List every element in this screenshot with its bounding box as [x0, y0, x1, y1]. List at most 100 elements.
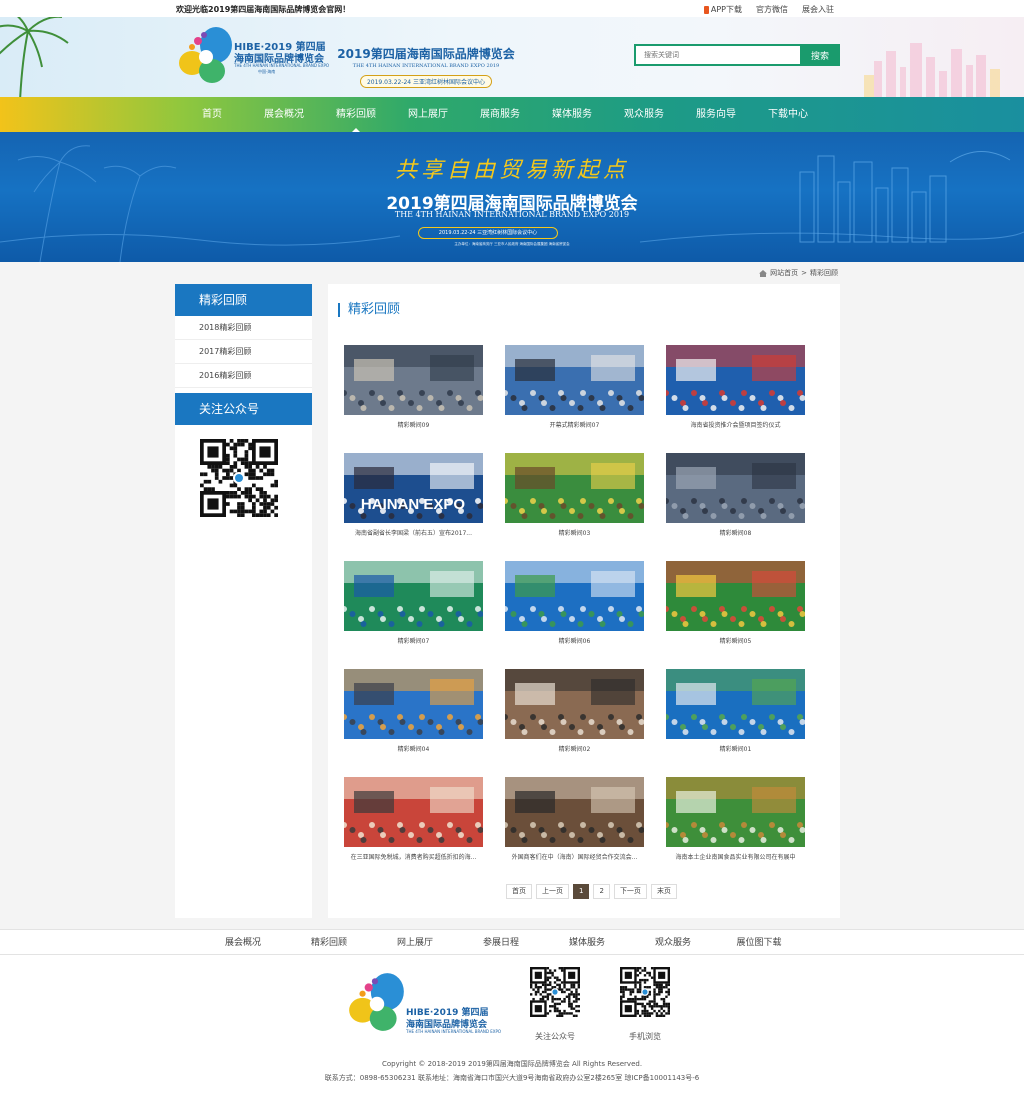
pager-first[interactable]: 首页	[506, 884, 532, 899]
pager-page-1[interactable]: 1	[573, 884, 590, 899]
gallery-photo[interactable]	[666, 453, 805, 523]
gallery-card[interactable]: 精彩瞬间05	[666, 561, 805, 645]
footer-nav-item-3[interactable]: 参展日程	[458, 930, 544, 956]
gallery-caption[interactable]: 精彩瞬间01	[666, 744, 805, 753]
nav-item-7[interactable]: 服务向导	[680, 97, 752, 132]
nav-item-4[interactable]: 展商服务	[464, 97, 536, 132]
gallery-caption[interactable]: 海南本土企业南国食品实业有限公司在有展中	[666, 852, 805, 861]
footer-nav-item-4[interactable]: 媒体服务	[544, 930, 630, 956]
footer-nav-item-0[interactable]: 展会概况	[200, 930, 286, 956]
footer-qr-mobile: 手机浏览	[620, 967, 670, 1042]
logo-text-line4: 中国·海南	[258, 69, 276, 74]
expo-date-badge: 2019.03.22-24 三亚湾红树林国际会议中心	[359, 75, 493, 88]
nav-item-5[interactable]: 媒体服务	[536, 97, 608, 132]
gallery-card[interactable]: 精彩瞬间04	[344, 669, 483, 753]
expo-logo[interactable]: HIBE·2019 第四届 海南国际品牌博览会 THE 4TH HAINAN I…	[176, 25, 329, 87]
top-bar: 欢迎光临2019第四届海南国际品牌博览会官网！ APP下载 官方微信 展会入驻	[0, 0, 1024, 17]
hero-banner: 共享自由贸易新起点 2019第四届海南国际品牌博览会 THE 4TH HAINA…	[0, 132, 1024, 262]
gallery-card[interactable]: 精彩瞬间07	[344, 561, 483, 645]
gallery-card[interactable]: HAINAN EXPO 海南省副省长李国梁（前右五）宣布2017...	[344, 453, 483, 537]
gallery-caption[interactable]: 开幕式精彩瞬间07	[505, 420, 644, 429]
gallery-caption[interactable]: 精彩瞬间05	[666, 636, 805, 645]
gallery-photo[interactable]	[505, 561, 644, 631]
nav-item-2[interactable]: 精彩回顾	[320, 97, 392, 132]
footer-copyright: Copyright © 2018-2019 2019第四届海南国际品牌博览会 A…	[381, 1060, 643, 1068]
gallery-photo[interactable]	[344, 777, 483, 847]
gallery-card[interactable]: 外国商客们在中（海南）国际经贸合作交流会...	[505, 777, 644, 861]
breadcrumb-home[interactable]: 网站首页	[770, 268, 798, 278]
gallery-photo[interactable]	[666, 345, 805, 415]
sidebar-item-2016[interactable]: 2016精彩回顾	[175, 364, 312, 388]
sidebar-item-2018[interactable]: 2018精彩回顾	[175, 316, 312, 340]
footer-qr-wechat-code	[530, 967, 580, 1017]
gallery-card[interactable]: 精彩瞬间02	[505, 669, 644, 753]
footer-logo-line3: THE 4TH HAINAN INTERNATIONAL BRAND EXPO	[406, 1029, 502, 1034]
expo-title-en: THE 4TH HAINAN INTERNATIONAL BRAND EXPO …	[352, 63, 500, 69]
gallery-caption[interactable]: 精彩瞬间08	[666, 528, 805, 537]
gallery-photo[interactable]	[344, 561, 483, 631]
gallery-photo[interactable]: HAINAN EXPO	[344, 453, 483, 523]
gallery-card[interactable]: 精彩瞬间03	[505, 453, 644, 537]
footer-nav-item-1[interactable]: 精彩回顾	[286, 930, 372, 956]
footer-flower-logo-icon	[349, 973, 404, 1031]
pager-prev[interactable]: 上一页	[536, 884, 569, 899]
site-footer: HIBE·2019 第四届 海南国际品牌博览会 THE 4TH HAINAN I…	[0, 955, 1024, 1096]
nav-item-0[interactable]: 首页	[176, 97, 248, 132]
gallery-caption[interactable]: 精彩瞬间06	[505, 636, 644, 645]
search-input[interactable]	[634, 44, 800, 66]
gallery-caption[interactable]: 精彩瞬间02	[505, 744, 644, 753]
app-download-link[interactable]: APP下载	[703, 4, 742, 15]
gallery-card[interactable]: 精彩瞬间09	[344, 345, 483, 429]
gallery-caption[interactable]: 外国商客们在中（海南）国际经贸合作交流会...	[505, 852, 644, 861]
gallery-photo[interactable]	[505, 453, 644, 523]
gallery-photo[interactable]	[666, 777, 805, 847]
sidebar-title: 精彩回顾	[175, 284, 312, 316]
banner-date: 2019.03.22-24 三亚湾红树林国际会议中心	[418, 227, 558, 239]
pager-last[interactable]: 末页	[650, 884, 677, 899]
gallery-photo[interactable]	[505, 669, 644, 739]
sidebar-item-2017[interactable]: 2017精彩回顾	[175, 340, 312, 364]
gallery-card[interactable]: 精彩瞬间08	[666, 453, 805, 537]
footer-qr-mobile-code	[620, 967, 670, 1017]
pagination: 首页 上一页 1 2 下一页 末页	[506, 884, 677, 899]
gallery-card[interactable]: 海南本土企业南国食品实业有限公司在有展中	[666, 777, 805, 861]
gallery-card[interactable]: 在三亚国际免税城，消费者购买超低折扣的海...	[344, 777, 483, 861]
gallery-caption[interactable]: 精彩瞬间09	[344, 420, 483, 429]
nav-item-3[interactable]: 网上展厅	[392, 97, 464, 132]
footer-nav: 展会概况 精彩回顾 网上展厅 参展日程 媒体服务 观众服务 展位图下载	[0, 929, 1024, 955]
gallery-card[interactable]: 精彩瞬间01	[666, 669, 805, 753]
gallery-caption[interactable]: 海南省投资推介会暨项目签约仪式	[666, 420, 805, 429]
pager-next[interactable]: 下一页	[613, 884, 647, 899]
gallery-photo[interactable]	[344, 669, 483, 739]
gallery-photo[interactable]	[666, 561, 805, 631]
footer-nav-item-6[interactable]: 展位图下载	[716, 930, 802, 956]
banner-title-en: THE 4TH HAINAN INTERNATIONAL BRAND EXPO …	[394, 210, 630, 219]
gallery-caption[interactable]: 精彩瞬间04	[344, 744, 483, 753]
svg-text:HAINAN EXPO: HAINAN EXPO	[361, 496, 466, 513]
gallery-caption[interactable]: 精彩瞬间07	[344, 636, 483, 645]
exhibitor-login-link[interactable]: 展会入驻	[802, 4, 834, 15]
search-button[interactable]: 搜索	[800, 44, 840, 66]
wechat-link[interactable]: 官方微信	[756, 4, 788, 15]
nav-item-8[interactable]: 下载中心	[752, 97, 824, 132]
gallery-card[interactable]: 精彩瞬间06	[505, 561, 644, 645]
footer-nav-item-5[interactable]: 观众服务	[630, 930, 716, 956]
nav-item-1[interactable]: 展会概况	[248, 97, 320, 132]
gallery-caption[interactable]: 精彩瞬间03	[505, 528, 644, 537]
gallery-caption[interactable]: 海南省副省长李国梁（前右五）宣布2017...	[344, 528, 483, 537]
site-header: HIBE·2019 第四届 海南国际品牌博览会 THE 4TH HAINAN I…	[0, 17, 1024, 97]
gallery-card[interactable]: 开幕式精彩瞬间07	[505, 345, 644, 429]
gallery-card[interactable]: 海南省投资推介会暨项目签约仪式	[666, 345, 805, 429]
gallery-caption[interactable]: 在三亚国际免税城，消费者购买超低折扣的海...	[344, 852, 483, 861]
search-box: 搜索	[634, 44, 840, 66]
welcome-text: 欢迎光临2019第四届海南国际品牌博览会官网！	[176, 5, 351, 14]
gallery-photo[interactable]	[505, 345, 644, 415]
nav-item-6[interactable]: 观众服务	[608, 97, 680, 132]
gallery-photo[interactable]	[344, 345, 483, 415]
pager-page-2[interactable]: 2	[593, 884, 610, 899]
footer-nav-item-2[interactable]: 网上展厅	[372, 930, 458, 956]
footer-contact: 联系方式：0898-65306231 联系地址：海南省海口市国兴大道9号海南省政…	[324, 1074, 700, 1082]
gallery-photo[interactable]	[666, 669, 805, 739]
breadcrumb: 网站首页 > 精彩回顾	[759, 268, 838, 278]
gallery-photo[interactable]	[505, 777, 644, 847]
